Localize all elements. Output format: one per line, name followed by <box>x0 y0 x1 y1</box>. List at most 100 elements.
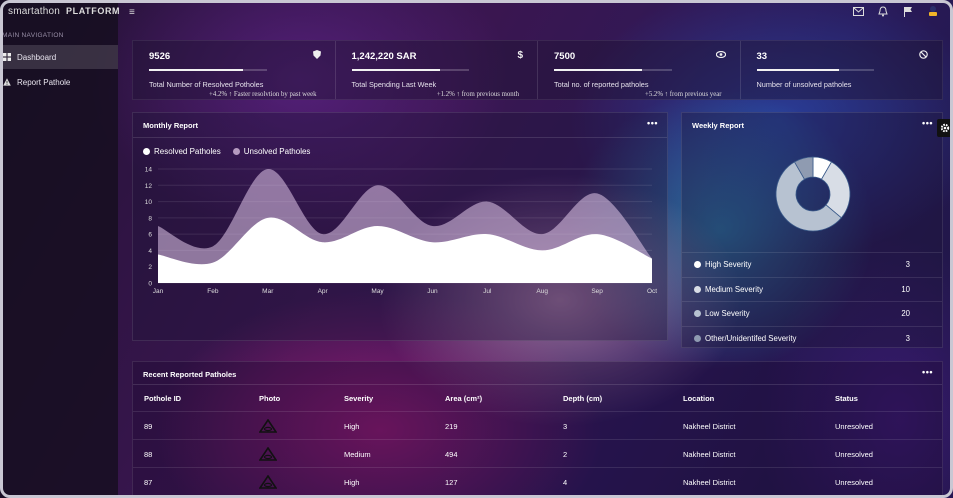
column-header[interactable]: Status <box>835 384 858 412</box>
y-tick-label: 2 <box>148 264 152 271</box>
sidebar-item-label: Report Pathole <box>17 77 71 87</box>
stat-subtext: +4.2% ↑ Faster resolvtion by past week <box>209 91 317 98</box>
severity-dot <box>694 261 701 269</box>
x-tick-label: Apr <box>318 288 329 295</box>
eye-icon <box>715 50 726 61</box>
cell-severity: High <box>344 477 360 487</box>
cell-depth: 4 <box>563 477 568 487</box>
y-tick-label: 6 <box>148 232 152 239</box>
cell-area: 127 <box>445 477 458 487</box>
legend-item-unsolved[interactable]: Unsolved Patholes <box>232 147 310 156</box>
panel-title: Monthly Report <box>143 121 198 130</box>
legend-item-resolved[interactable]: Resolved Patholes <box>143 147 221 156</box>
logo[interactable]: smartathon PLATFORM <box>8 6 120 17</box>
menu-toggle-icon[interactable]: ≡ <box>129 7 135 18</box>
column-header[interactable]: Area (cm²) <box>445 384 482 412</box>
panel-menu-icon[interactable]: ••• <box>647 118 658 128</box>
stat-progress-fill <box>351 69 440 71</box>
severity-count: 20 <box>901 309 910 319</box>
list-item[interactable]: High Severity 3 <box>682 252 942 277</box>
monthly-report-panel: Monthly Report ••• Resolved Patholes Uns… <box>132 112 668 341</box>
column-header[interactable]: Location <box>683 384 714 412</box>
column-header[interactable]: Photo <box>259 384 280 412</box>
ban-icon <box>919 50 928 62</box>
mail-icon[interactable] <box>852 5 864 17</box>
table-row[interactable]: 89 High 219 3 Nakheel District Unresolve… <box>133 412 942 440</box>
legend-label: Resolved Patholes <box>154 147 221 156</box>
stat-value: 9526 <box>149 51 171 62</box>
sidebar-item-dashboard[interactable]: Dashboard <box>0 45 118 69</box>
stat-progress <box>554 69 672 71</box>
y-tick-label: 4 <box>148 248 152 255</box>
x-tick-label: Oct <box>647 288 657 295</box>
y-tick-label: 10 <box>145 199 153 206</box>
pothole-icon[interactable] <box>259 440 277 468</box>
cell-location: Nakheel District <box>683 449 736 459</box>
cell-severity: High <box>344 421 360 431</box>
cell-location: Nakheel District <box>683 421 736 431</box>
stat-progress-fill <box>149 69 243 71</box>
stat-subtext: +1.2% ↑ from previous month <box>436 91 519 98</box>
user-icon[interactable] <box>927 5 939 17</box>
x-tick-label: Mar <box>262 288 274 295</box>
stat-label: Total Spending Last Week <box>351 80 437 89</box>
cell-depth: 2 <box>563 449 568 459</box>
severity-dot <box>694 310 701 318</box>
cell-area: 219 <box>445 421 458 431</box>
stat-value: 1,242,220 SAR <box>351 51 417 62</box>
table-header: Pothole ID Photo Severity Area (cm²) Dep… <box>133 384 942 412</box>
stat-card-spending: 1,242,220 SAR $ Total Spending Last Week… <box>336 41 538 99</box>
list-item[interactable]: Other/Unidentifed Severity 3 <box>682 325 942 351</box>
stat-progress-fill <box>554 69 643 71</box>
x-tick-label: Feb <box>207 288 219 295</box>
table-row[interactable]: 88 Medium 494 2 Nakheel District Unresol… <box>133 440 942 468</box>
flag-icon[interactable] <box>902 5 914 17</box>
y-tick-label: 14 <box>145 167 153 174</box>
divider <box>133 137 667 138</box>
sidebar: smartathon PLATFORM MAIN NAVIGATION Dashb… <box>0 0 120 498</box>
column-header[interactable]: Severity <box>344 384 373 412</box>
settings-gear-icon[interactable] <box>937 119 953 137</box>
list-item[interactable]: Medium Severity 10 <box>682 276 942 302</box>
column-header[interactable]: Depth (cm) <box>563 384 602 412</box>
stat-card-reported: 7500 Total no. of reported patholes +5.2… <box>538 41 741 99</box>
panel-menu-icon[interactable]: ••• <box>922 118 933 128</box>
y-tick-label: 0 <box>148 281 152 288</box>
warning-triangle-icon <box>3 78 11 86</box>
cell-depth: 3 <box>563 421 568 431</box>
stat-subtext: +5.2% ↑ from previous year <box>644 91 722 98</box>
severity-dot <box>694 334 701 342</box>
stat-card-resolved: 9526 Total Number of Resolved Potholes +… <box>133 41 336 99</box>
nav-heading: MAIN NAVIGATION <box>2 32 64 39</box>
monthly-area-chart: 0 2 4 6 8 10 12 14 Jan Feb Mar Apr May Jun Jul Aug Sep Oc… <box>145 167 657 296</box>
topbar-icons <box>852 5 939 17</box>
severity-label: Medium Severity <box>705 284 764 294</box>
column-header[interactable]: Pothole ID <box>144 384 181 412</box>
x-tick-label: Jun <box>427 288 438 295</box>
stats-row: 9526 Total Number of Resolved Potholes +… <box>132 40 943 100</box>
pothole-icon[interactable] <box>259 412 277 440</box>
dashboard-grid-icon <box>3 53 11 61</box>
panel-title: Weekly Report <box>692 121 744 130</box>
stat-progress-fill <box>756 69 839 71</box>
cell-id: 89 <box>144 421 153 431</box>
list-item[interactable]: Low Severity 20 <box>682 301 942 326</box>
cell-severity: Medium <box>344 449 371 459</box>
cell-status: Unresolved <box>835 477 873 487</box>
severity-label: Low Severity <box>705 309 750 319</box>
stat-progress <box>149 69 267 71</box>
sidebar-item-report-pathole[interactable]: Report Pathole <box>0 70 118 94</box>
cell-id: 87 <box>144 477 153 487</box>
table-row[interactable]: 87 High 127 4 Nakheel District Unresolve… <box>133 468 942 496</box>
weekly-report-panel: Weekly Report ••• High Severity 3 Medium … <box>681 112 943 348</box>
bell-icon[interactable] <box>877 5 889 17</box>
pothole-icon[interactable] <box>259 468 277 496</box>
legend-dot <box>143 148 150 155</box>
severity-count: 3 <box>905 260 910 270</box>
recent-patholes-table: Recent Reported Patholes ••• Pothole ID … <box>132 361 943 498</box>
severity-label: High Severity <box>705 260 752 270</box>
panel-menu-icon[interactable]: ••• <box>922 367 933 377</box>
cell-status: Unresolved <box>835 449 873 459</box>
weekly-donut-chart <box>775 156 851 232</box>
panel-title: Recent Reported Patholes <box>143 370 237 379</box>
